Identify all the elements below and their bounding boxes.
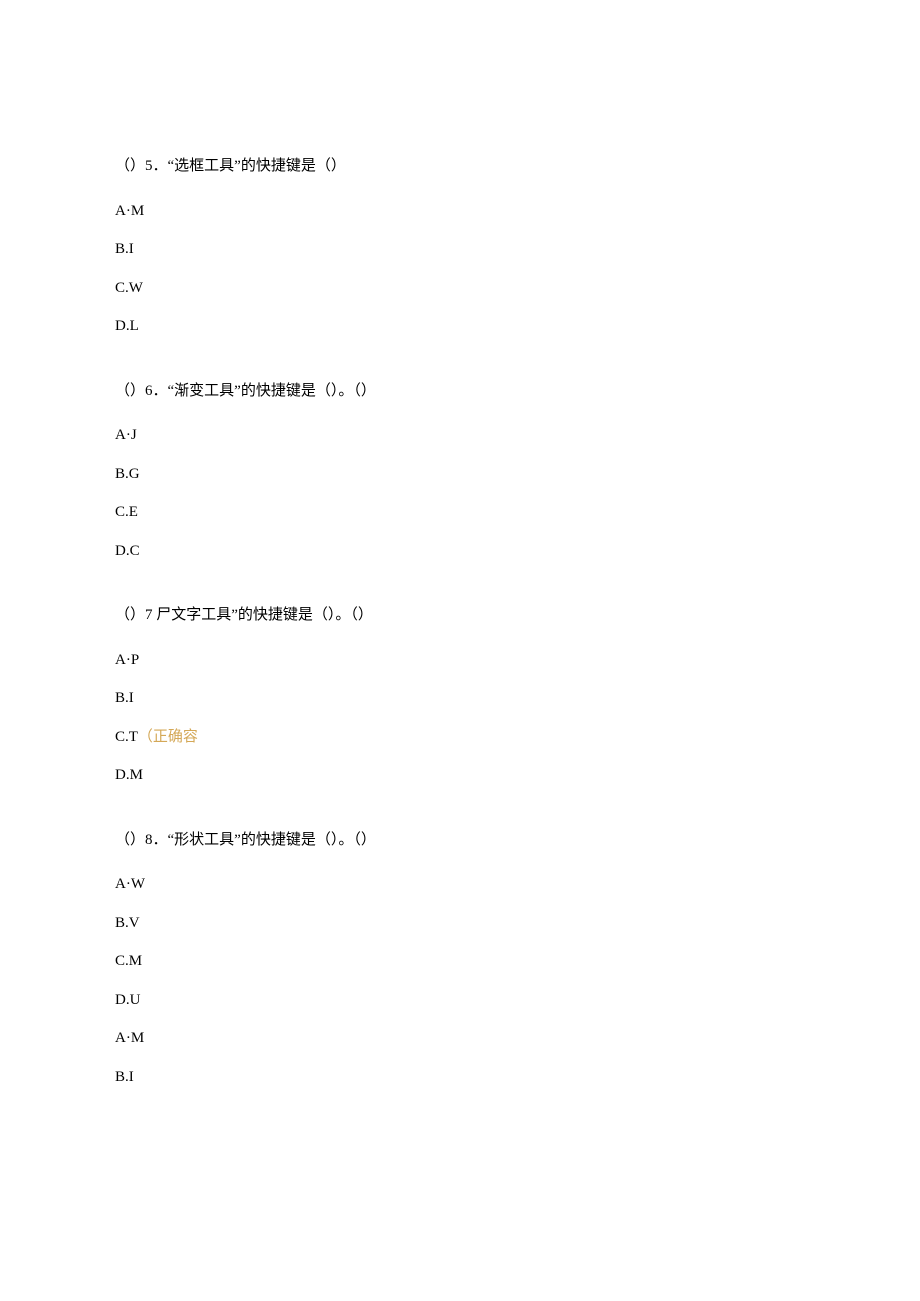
- option-a: A·J: [115, 424, 805, 447]
- option-d: D.M: [115, 764, 805, 787]
- option-b: B.I: [115, 238, 805, 261]
- question-6: （）6．“渐变工具”的快捷键是（）。（） A·J B.G C.E D.C: [115, 380, 805, 563]
- option-d: D.U: [115, 989, 805, 1012]
- option-b: B.V: [115, 912, 805, 935]
- option-c: C.M: [115, 950, 805, 973]
- question-prompt: （）8．“形状工具”的快捷键是（）。（）: [115, 829, 805, 852]
- option-b: B.G: [115, 463, 805, 486]
- question-prompt: （）6．“渐变工具”的快捷键是（）。（）: [115, 380, 805, 403]
- option-a-extra: A·M: [115, 1027, 805, 1050]
- option-b: B.I: [115, 687, 805, 710]
- option-c: C.E: [115, 501, 805, 524]
- question-8: （）8．“形状工具”的快捷键是（）。（） A·W B.V C.M D.U A·M…: [115, 829, 805, 1089]
- option-a: A·P: [115, 649, 805, 672]
- option-a: A·W: [115, 873, 805, 896]
- option-b-extra: B.I: [115, 1066, 805, 1089]
- question-5: （）5．“选框工具”的快捷键是（） A·M B.I C.W D.L: [115, 155, 805, 338]
- question-prompt: （）5．“选框工具”的快捷键是（）: [115, 155, 805, 178]
- option-a: A·M: [115, 200, 805, 223]
- option-c-prefix: C.T: [115, 729, 138, 745]
- correct-answer-hint: （正确容: [138, 729, 198, 745]
- question-prompt: （）7 尸文字工具”的快捷键是（）。（）: [115, 604, 805, 627]
- option-d: D.C: [115, 540, 805, 563]
- option-d: D.L: [115, 315, 805, 338]
- option-c: C.W: [115, 277, 805, 300]
- question-7: （）7 尸文字工具”的快捷键是（）。（） A·P B.I C.T（正确容 D.M: [115, 604, 805, 787]
- option-c: C.T（正确容: [115, 726, 805, 749]
